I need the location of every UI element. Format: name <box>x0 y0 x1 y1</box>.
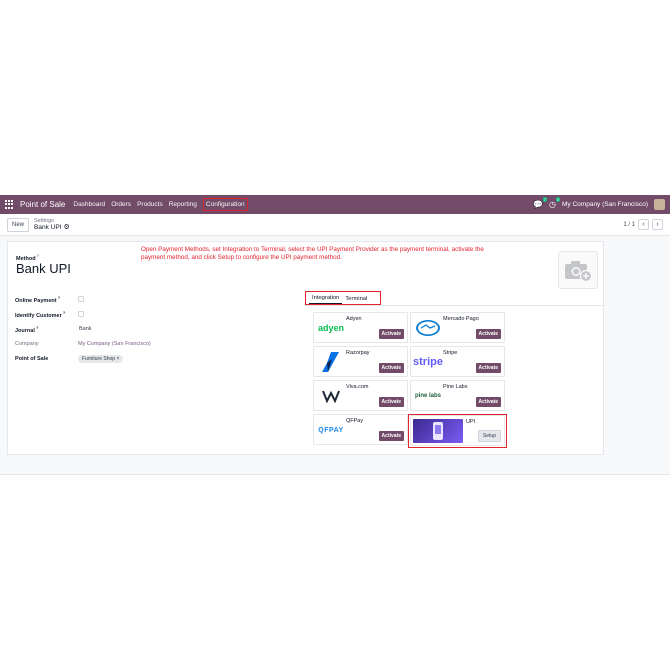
upi-image <box>413 419 463 443</box>
tab-divider <box>305 305 605 306</box>
control-panel: New Settings Bank UPI ⚙ 1 / 1 ‹ › <box>0 214 670 236</box>
activity-badge: 4 <box>555 197 561 202</box>
journal-label-text: Journal <box>15 327 35 334</box>
provider-name: Adyen <box>346 316 362 322</box>
user-avatar[interactable] <box>654 199 665 210</box>
navbar-right: 💬 7 ◷ 4 My Company (San Francisco) <box>533 197 665 210</box>
activity-icon[interactable]: ◷ 4 <box>549 197 561 209</box>
breadcrumb-current: Bank UPI ⚙ <box>34 224 70 232</box>
provider-card-qfpay: QFPAY QFPay Activate <box>313 414 408 445</box>
qfpay-logo-text: QFPAY <box>318 426 344 434</box>
provider-card-mercado-pago: Mercado Pago Activate <box>410 312 505 343</box>
field-company: Company My Company (San Francisco) <box>15 341 151 347</box>
provider-card-upi: UPI Setup <box>410 415 505 446</box>
instruction-text: Open Payment Methods, set Integration to… <box>141 246 484 261</box>
provider-name: Mercado Pago <box>443 316 479 322</box>
activate-button[interactable]: Activate <box>378 329 404 339</box>
online-payment-checkbox[interactable] <box>78 296 84 303</box>
provider-name: Viva.com <box>346 384 369 390</box>
pager: 1 / 1 ‹ › <box>623 219 663 230</box>
field-online-payment: Online Payment ? <box>15 295 84 304</box>
handshake-icon <box>414 318 442 338</box>
odoo-app: Point of Sale Dashboard Orders Products … <box>0 195 670 475</box>
activate-button[interactable]: Activate <box>378 397 404 407</box>
tabs-highlight: Integration Terminal <box>305 291 381 305</box>
pager-value: 1 / 1 <box>623 221 635 228</box>
app-brand[interactable]: Point of Sale <box>20 200 65 209</box>
provider-name: QFPay <box>346 418 364 424</box>
image-upload[interactable] <box>558 251 598 289</box>
provider-card-razorpay: Razorpay Activate <box>313 346 408 377</box>
tag-remove-icon[interactable]: × <box>116 356 119 362</box>
pos-label: Point of Sale <box>15 356 49 362</box>
tab-terminal[interactable]: Terminal <box>342 294 370 304</box>
provider-card-viva: Viva.com Activate <box>313 380 408 411</box>
journal-value[interactable]: Bank <box>79 326 92 332</box>
online-payment-label: Online Payment ? <box>15 295 61 304</box>
activate-button[interactable]: Activate <box>475 329 501 339</box>
provider-card-adyen: adyen Adyen Activate <box>313 312 408 343</box>
provider-name: Razorpay <box>346 350 370 356</box>
top-navbar: Point of Sale Dashboard Orders Products … <box>0 195 670 214</box>
activate-button[interactable]: Activate <box>475 363 501 373</box>
provider-name: Pine Labs <box>443 384 468 390</box>
viva-icon <box>317 386 345 406</box>
tab-integration[interactable]: Integration <box>309 293 343 304</box>
activate-button[interactable]: Activate <box>378 431 404 441</box>
identify-customer-checkbox[interactable] <box>78 311 84 318</box>
form-sheet: Open Payment Methods, set Integration to… <box>7 241 605 455</box>
field-point-of-sale: Point of Sale Furniture Shop × <box>15 355 124 363</box>
provider-name: Stripe <box>443 350 458 356</box>
field-journal: Journal ? Bank <box>15 325 92 334</box>
gear-icon[interactable]: ⚙ <box>63 224 69 232</box>
menu-configuration[interactable]: Configuration <box>202 198 248 211</box>
adyen-logo-text: adyen <box>317 323 344 333</box>
method-name-field[interactable]: Bank UPI <box>16 261 71 276</box>
company-label: Company <box>15 341 39 347</box>
company-switcher[interactable]: My Company (San Francisco) <box>562 201 648 208</box>
pos-tag-label: Furniture Shop <box>82 356 116 362</box>
qfpay-logo: QFPAY <box>317 420 345 440</box>
stripe-logo-text: stripe <box>413 356 443 368</box>
pager-next-button[interactable]: › <box>652 219 663 230</box>
chat-icon[interactable]: 💬 7 <box>533 197 548 209</box>
company-value[interactable]: My Company (San Francisco) <box>78 341 151 347</box>
activate-button[interactable]: Activate <box>475 397 501 407</box>
stripe-logo: stripe <box>413 352 443 372</box>
menu-dashboard[interactable]: Dashboard <box>73 201 105 208</box>
chat-badge: 7 <box>542 197 548 202</box>
adyen-logo: adyen <box>317 318 345 338</box>
provider-name: UPI <box>466 419 476 425</box>
razorpay-icon <box>317 352 345 372</box>
new-button[interactable]: New <box>7 217 30 232</box>
setup-button[interactable]: Setup <box>477 430 501 442</box>
menu-products[interactable]: Products <box>137 201 163 208</box>
activate-button[interactable]: Activate <box>378 363 404 373</box>
apps-grid-icon[interactable] <box>5 200 14 209</box>
menu-reporting[interactable]: Reporting <box>169 201 197 208</box>
pos-tag: Furniture Shop × <box>78 355 124 363</box>
online-payment-label-text: Online Payment <box>15 297 57 304</box>
pager-prev-button[interactable]: ‹ <box>638 219 649 230</box>
pine-labs-logo: pine labs <box>414 386 442 406</box>
identify-customer-label: Identify Customer ? <box>15 310 66 319</box>
journal-label: Journal ? <box>15 325 39 334</box>
breadcrumb-current-label: Bank UPI <box>34 223 62 231</box>
provider-card-pine-labs: pine labs Pine Labs Activate <box>410 380 505 411</box>
camera-add-icon <box>565 261 593 282</box>
pine-labs-logo-text: pine labs <box>414 393 441 399</box>
field-identify-customer: Identify Customer ? <box>15 310 84 319</box>
menu-orders[interactable]: Orders <box>111 201 131 208</box>
breadcrumb: Settings Bank UPI ⚙ <box>34 218 70 232</box>
provider-card-stripe: stripe Stripe Activate <box>410 346 505 377</box>
identify-customer-label-text: Identify Customer <box>15 312 62 319</box>
screen: Point of Sale Dashboard Orders Products … <box>0 0 670 670</box>
